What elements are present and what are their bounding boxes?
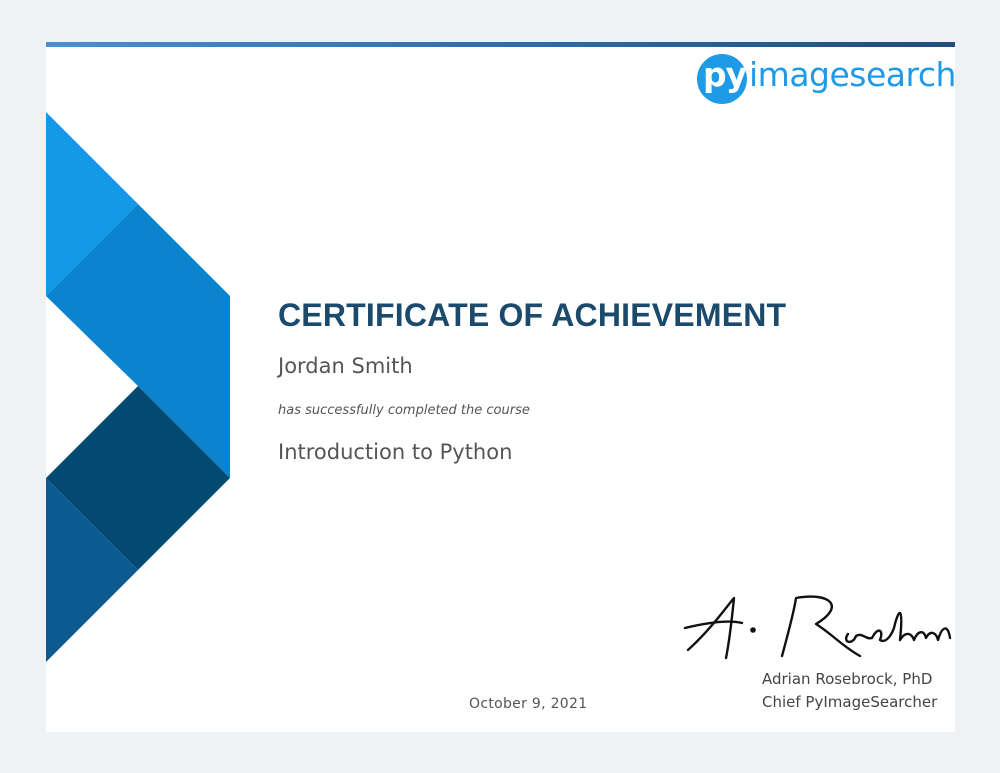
page-background: py imagesearch CERTIFICATE OF ACHIEVEMEN… bbox=[0, 0, 1000, 773]
completion-text: has successfully completed the course bbox=[278, 403, 530, 418]
logo-prefix: py bbox=[703, 55, 747, 94]
top-accent-bar bbox=[46, 42, 955, 47]
signer-block: Adrian Rosebrock, PhD Chief PyImageSearc… bbox=[762, 668, 937, 714]
handwritten-signature bbox=[683, 595, 952, 660]
course-name: Introduction to Python bbox=[278, 440, 513, 464]
pyimagesearch-logo: py imagesearch bbox=[697, 52, 955, 108]
certificate: py imagesearch CERTIFICATE OF ACHIEVEMEN… bbox=[46, 42, 955, 732]
signer-role: Chief PyImageSearcher bbox=[762, 693, 938, 711]
logo-word: imagesearch bbox=[749, 55, 955, 94]
chevron-graphic bbox=[46, 112, 230, 662]
recipient-name: Jordan Smith bbox=[278, 354, 413, 378]
certificate-title: CERTIFICATE OF ACHIEVEMENT bbox=[278, 297, 787, 333]
certificate-date: October 9, 2021 bbox=[469, 696, 588, 712]
signer-name: Adrian Rosebrock, PhD bbox=[762, 670, 933, 688]
